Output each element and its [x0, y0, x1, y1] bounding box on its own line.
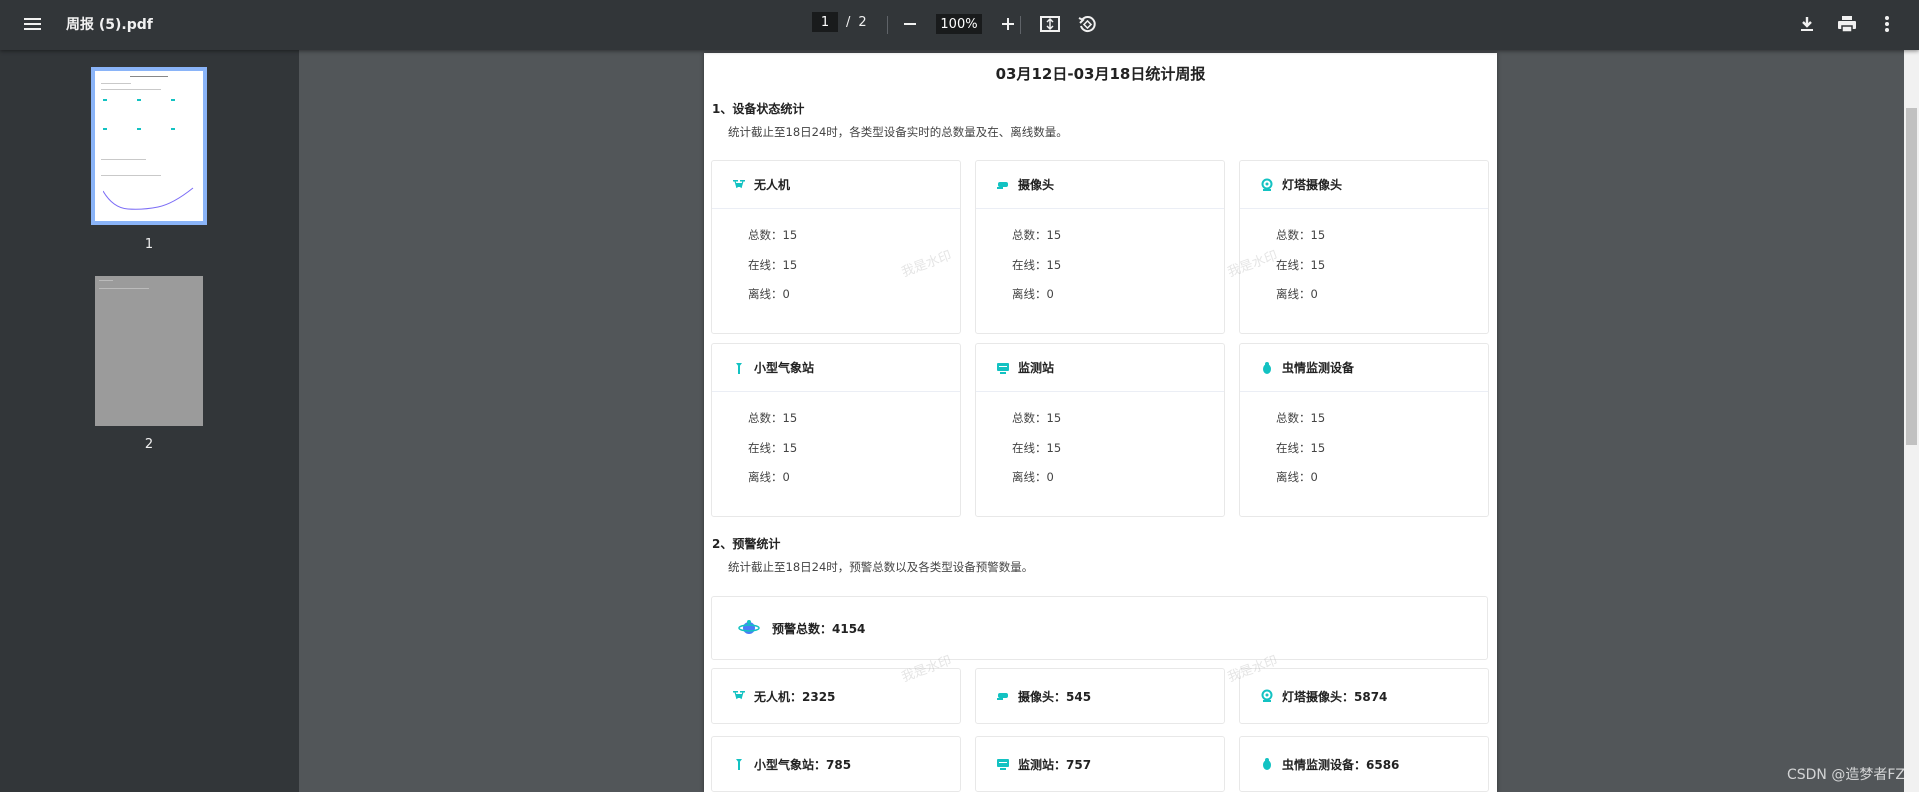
- page-number-input[interactable]: [812, 12, 838, 32]
- total-pages: 2: [858, 14, 867, 30]
- thumbnail-sidebar: 1 2: [0, 50, 299, 792]
- alarm-card-label: 摄像头：545: [1018, 689, 1092, 704]
- device-card-title: 灯塔摄像头: [1282, 178, 1343, 192]
- thumbnail-label-2: 2: [144, 437, 154, 452]
- alarm-card-label: 小型气象站：785: [754, 757, 852, 772]
- alarm-card-camera: 摄像头：545: [975, 668, 1225, 724]
- zoom-in-button[interactable]: [996, 12, 1020, 36]
- device-online: 在线：15: [1012, 257, 1062, 272]
- alarm-total-icon: [738, 620, 760, 634]
- alarm-card-label: 监测站：757: [1018, 757, 1092, 772]
- device-card-lighthouse-camera: 灯塔摄像头 总数：15 在线：15 离线：0: [1239, 160, 1489, 334]
- device-total: 总数：15: [1012, 411, 1062, 425]
- toolbar-actions: [1795, 12, 1899, 36]
- minus-icon: [904, 23, 916, 25]
- rotate-button[interactable]: [1075, 12, 1099, 36]
- device-offline: 离线：0: [748, 470, 790, 484]
- plus-icon: [1002, 18, 1014, 30]
- device-card-monitor-station: 监测站 总数：15 在线：15 离线：0: [975, 343, 1225, 517]
- device-card-title: 无人机: [754, 178, 791, 192]
- lighthouse-camera-icon: [1261, 178, 1273, 191]
- device-card-title: 虫情监测设备: [1282, 361, 1355, 375]
- device-offline: 离线：0: [748, 287, 790, 301]
- print-icon: [1838, 16, 1856, 33]
- weather-station-icon: [736, 362, 742, 374]
- toolbar-divider: [887, 16, 888, 34]
- device-offline: 离线：0: [1276, 470, 1318, 484]
- page-thumbnail-1[interactable]: [91, 67, 207, 225]
- device-total: 总数：15: [748, 411, 798, 425]
- drone-icon: [733, 179, 745, 188]
- alarm-card-label: 虫情监测设备：6586: [1282, 757, 1400, 772]
- alarm-card-label: 无人机：2325: [754, 689, 836, 704]
- file-name: 周报 (5).pdf: [66, 17, 153, 33]
- rotate-icon: [1078, 16, 1096, 33]
- zoom-level-input[interactable]: [936, 14, 982, 34]
- device-card-drone: 无人机 总数：15 在线：15 离线：0: [711, 160, 961, 334]
- report-title: 03月12日-03月18日统计周报: [995, 65, 1206, 83]
- device-total: 总数：15: [1276, 228, 1326, 242]
- device-online: 在线：15: [1276, 440, 1326, 455]
- vertical-scrollbar[interactable]: [1904, 50, 1919, 792]
- device-offline: 离线：0: [1276, 287, 1318, 301]
- fit-page-icon: [1040, 16, 1060, 32]
- zoom-controls: [898, 12, 1020, 36]
- toolbar-divider: [1020, 16, 1021, 34]
- camera-icon: [997, 181, 1008, 189]
- camera-icon: [997, 693, 1008, 700]
- zoom-out-button[interactable]: [898, 12, 922, 36]
- print-button[interactable]: [1835, 12, 1859, 36]
- menu-icon[interactable]: [22, 13, 44, 35]
- page-separator: /: [846, 14, 851, 30]
- section-title-device-status: 1、设备状态统计: [712, 102, 805, 116]
- pest-monitor-icon: [1263, 758, 1271, 770]
- device-offline: 离线：0: [1012, 287, 1054, 301]
- device-online: 在线：15: [1276, 257, 1326, 272]
- device-card-title: 小型气象站: [754, 361, 815, 375]
- page-thumbnail-2[interactable]: [95, 276, 203, 426]
- alarm-card-monitor-station: 监测站：757: [975, 736, 1225, 792]
- drone-icon: [733, 691, 745, 700]
- pdf-page: 03月12日-03月18日统计周报 1、设备状态统计 统计截止至18日24时，各…: [704, 53, 1497, 792]
- pdf-toolbar: 周报 (5).pdf / 2: [0, 0, 1919, 50]
- alarm-card-weather-station: 小型气象站：785: [711, 736, 961, 792]
- section-desc-device-status: 统计截止至18日24时，各类型设备实时的总数量及在、离线数量。: [728, 125, 1068, 139]
- device-card-pest-monitor: 虫情监测设备 总数：15 在线：15 离线：0: [1239, 343, 1489, 517]
- section-desc-alarm: 统计截止至18日24时，预警总数以及各类型设备预警数量。: [728, 560, 1034, 574]
- alarm-total-card: 预警总数：4154: [711, 596, 1488, 660]
- csdn-credit: CSDN @造梦者FZ: [1786, 767, 1905, 783]
- device-card-weather-station: 小型气象站 总数：15 在线：15 离线：0: [711, 343, 961, 517]
- device-offline: 离线：0: [1012, 470, 1054, 484]
- device-card-title: 监测站: [1018, 361, 1055, 375]
- lighthouse-camera-icon: [1261, 689, 1273, 702]
- monitor-station-icon: [997, 759, 1009, 770]
- device-total: 总数：15: [748, 228, 798, 242]
- alarm-total-label: 预警总数：4154: [772, 621, 866, 636]
- page-navigator: / 2: [812, 12, 867, 32]
- device-online: 在线：15: [748, 257, 798, 272]
- more-vert-icon: [1885, 16, 1889, 32]
- alarm-card-pest-monitor: 虫情监测设备：6586: [1239, 736, 1489, 792]
- device-card-title: 摄像头: [1018, 178, 1055, 192]
- monitor-station-icon: [997, 362, 1009, 374]
- thumbnail-label-1: 1: [144, 237, 154, 252]
- download-button[interactable]: [1795, 12, 1819, 36]
- alarm-card-drone: 无人机：2325: [711, 668, 961, 724]
- thumbnail-chart-icon: [103, 187, 194, 210]
- device-card-camera: 摄像头 总数：15 在线：15 离线：0: [975, 160, 1225, 334]
- device-online: 在线：15: [748, 440, 798, 455]
- device-total: 总数：15: [1012, 228, 1062, 242]
- device-total: 总数：15: [1276, 411, 1326, 425]
- download-icon: [1801, 17, 1813, 31]
- device-online: 在线：15: [1012, 440, 1062, 455]
- fit-page-button[interactable]: [1038, 12, 1062, 36]
- scrollbar-thumb[interactable]: [1906, 108, 1917, 445]
- pest-monitor-icon: [1263, 361, 1271, 374]
- weather-station-icon: [736, 759, 742, 770]
- alarm-card-lighthouse-camera: 灯塔摄像头：5874: [1239, 668, 1489, 724]
- more-options-button[interactable]: [1875, 12, 1899, 36]
- alarm-card-label: 灯塔摄像头：5874: [1282, 689, 1388, 704]
- section-title-alarm: 2、预警统计: [712, 537, 781, 551]
